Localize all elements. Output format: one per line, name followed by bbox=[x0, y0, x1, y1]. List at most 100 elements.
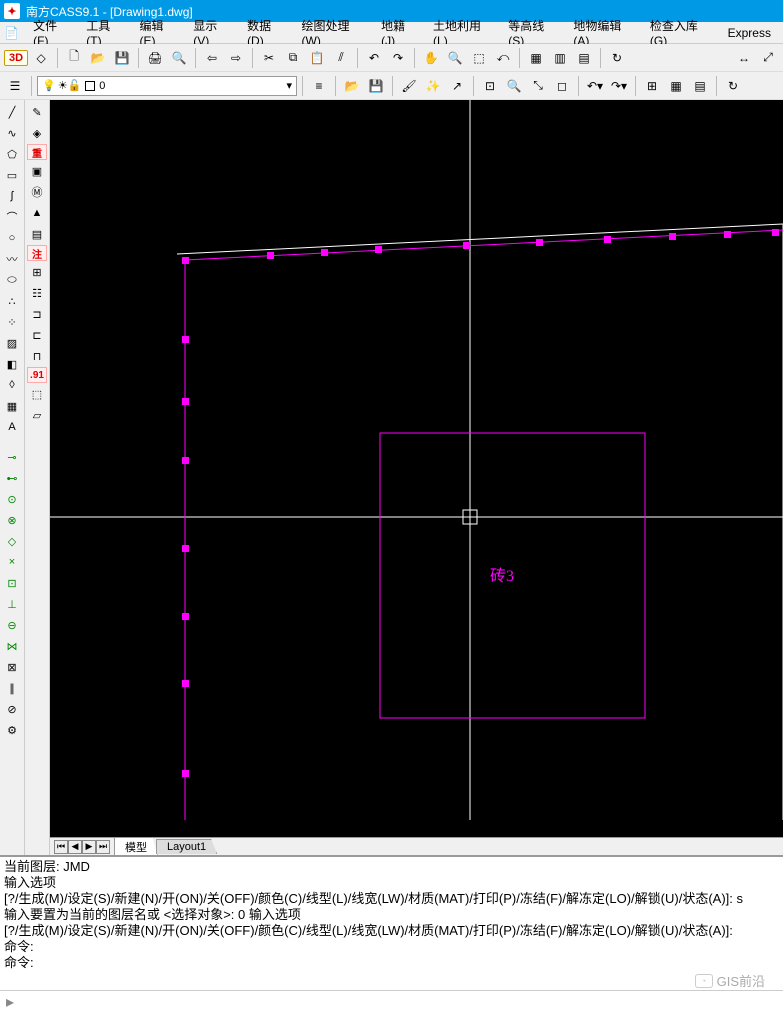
masonry-icon[interactable]: ▤ bbox=[27, 224, 47, 244]
tool-open-icon[interactable]: 📂 bbox=[341, 75, 363, 97]
snap-int-icon[interactable]: × bbox=[2, 552, 22, 572]
grid-icon[interactable]: ▥ bbox=[549, 47, 571, 69]
snap-end-icon[interactable]: ⊸ bbox=[2, 447, 22, 467]
dim-horiz-icon[interactable]: ↔ bbox=[733, 47, 755, 69]
circle-icon[interactable]: ○ bbox=[2, 228, 22, 248]
table-icon[interactable]: ▦ bbox=[525, 47, 547, 69]
hatch-icon[interactable]: ▨ bbox=[2, 333, 22, 353]
print-icon[interactable]: 🖨 bbox=[144, 47, 166, 69]
zoom-in-icon[interactable]: 🔍 bbox=[503, 75, 525, 97]
table-draw-icon[interactable]: ▦ bbox=[2, 396, 22, 416]
tab-first-icon[interactable]: ⏮ bbox=[54, 840, 68, 854]
zoom-window-icon[interactable]: ⬚ bbox=[468, 47, 490, 69]
snap-ins-icon[interactable]: ⊡ bbox=[2, 573, 22, 593]
pan-icon[interactable]: ✋ bbox=[420, 47, 442, 69]
polygon-icon[interactable]: ⬠ bbox=[2, 144, 22, 164]
pick-icon[interactable]: ↗ bbox=[446, 75, 468, 97]
forward-icon[interactable]: ⇨ bbox=[225, 47, 247, 69]
badge-3d[interactable]: 3D bbox=[4, 50, 28, 66]
spline-icon[interactable]: 〰 bbox=[2, 249, 22, 269]
snap-tan-icon[interactable]: ⊖ bbox=[2, 615, 22, 635]
region-icon[interactable]: ◊ bbox=[2, 375, 22, 395]
drawing-canvas[interactable]: 砖3 bbox=[50, 100, 783, 837]
snap-perp-icon[interactable]: ⊥ bbox=[2, 594, 22, 614]
points-icon[interactable]: ⁘ bbox=[2, 312, 22, 332]
zoom-all-icon[interactable]: ◻ bbox=[551, 75, 573, 97]
tab-layout1[interactable]: Layout1 bbox=[156, 839, 217, 854]
zoom-ext-icon[interactable]: ⊡ bbox=[479, 75, 501, 97]
zoom-prev-icon[interactable]: ⤺ bbox=[492, 47, 514, 69]
command-input[interactable] bbox=[20, 994, 783, 1010]
zoom-out-icon[interactable]: ⤡ bbox=[527, 75, 549, 97]
tab-prev-icon[interactable]: ◀ bbox=[68, 840, 82, 854]
snap-par-icon[interactable]: ∥ bbox=[2, 678, 22, 698]
window-icon[interactable]: ⊞ bbox=[27, 262, 47, 282]
props-icon[interactable]: ▤ bbox=[573, 47, 595, 69]
num-91-icon[interactable]: .91 bbox=[27, 367, 47, 383]
zoom-icon[interactable]: 🔍 bbox=[444, 47, 466, 69]
separator bbox=[31, 76, 32, 96]
viewport-icon[interactable]: ⊞ bbox=[641, 75, 663, 97]
ellipse-icon[interactable]: ⬭ bbox=[2, 270, 22, 290]
area-icon[interactable]: ▲ bbox=[27, 203, 47, 223]
survey-tool-icon[interactable]: ✎ bbox=[27, 102, 47, 122]
refresh2-icon[interactable]: ↻ bbox=[722, 75, 744, 97]
back-icon[interactable]: ⇦ bbox=[201, 47, 223, 69]
refresh-icon[interactable]: ↻ bbox=[606, 47, 628, 69]
dim-diag-icon[interactable]: ⤢ bbox=[757, 47, 779, 69]
sel-rect-icon[interactable]: ⬚ bbox=[27, 384, 47, 404]
camera-icon[interactable]: ▣ bbox=[27, 161, 47, 181]
snap-near-icon[interactable]: ⋈ bbox=[2, 636, 22, 656]
menu-express[interactable]: Express bbox=[720, 24, 779, 42]
divider-icon[interactable]: ⊓ bbox=[27, 346, 47, 366]
snap-node-icon[interactable]: ⊗ bbox=[2, 510, 22, 530]
note-label-icon[interactable]: 注 bbox=[27, 245, 47, 261]
snap-none-icon[interactable]: ⊘ bbox=[2, 699, 22, 719]
gradient-icon[interactable]: ◧ bbox=[2, 354, 22, 374]
layer-manager-icon[interactable]: ☰ bbox=[4, 75, 26, 97]
snap-mid-icon[interactable]: ⊷ bbox=[2, 468, 22, 488]
snap-cen-icon[interactable]: ⊙ bbox=[2, 489, 22, 509]
match-icon[interactable]: ⫽ bbox=[330, 47, 352, 69]
sel-poly-icon[interactable]: ▱ bbox=[27, 405, 47, 425]
rect-icon[interactable]: ▭ bbox=[2, 165, 22, 185]
brick-icon[interactable]: ☷ bbox=[27, 283, 47, 303]
text-icon[interactable]: A bbox=[2, 417, 22, 437]
tab-model[interactable]: 模型 bbox=[114, 837, 158, 855]
osnap-set-icon[interactable]: ⚙ bbox=[2, 720, 22, 740]
chevron-down-icon: ▾ bbox=[286, 79, 292, 92]
line-icon[interactable]: ╱ bbox=[2, 102, 22, 122]
heavy-label-icon[interactable]: 重 bbox=[27, 144, 47, 160]
open-icon[interactable]: 📂 bbox=[87, 47, 109, 69]
measure-icon[interactable]: Ⓜ bbox=[27, 182, 47, 202]
cube-icon[interactable]: ◇ bbox=[30, 47, 52, 69]
snap-app-icon[interactable]: ⊠ bbox=[2, 657, 22, 677]
table2-icon[interactable]: ▦ bbox=[665, 75, 687, 97]
new-icon[interactable]: 🗋 bbox=[63, 47, 85, 69]
point-icon[interactable]: ∴ bbox=[2, 291, 22, 311]
tab-last-icon[interactable]: ⏭ bbox=[96, 840, 110, 854]
door-icon[interactable]: ⊐ bbox=[27, 304, 47, 324]
polyline-icon[interactable]: ∿ bbox=[2, 123, 22, 143]
undo2-icon[interactable]: ↶▾ bbox=[584, 75, 606, 97]
wall-icon[interactable]: ⊏ bbox=[27, 325, 47, 345]
sheet-icon[interactable]: ▤ bbox=[689, 75, 711, 97]
redo2-icon[interactable]: ↷▾ bbox=[608, 75, 630, 97]
preview-icon[interactable]: 🔍 bbox=[168, 47, 190, 69]
curve-icon[interactable]: ∫ bbox=[2, 186, 22, 206]
copy-icon[interactable]: ⧉ bbox=[282, 47, 304, 69]
redo-icon[interactable]: ↷ bbox=[387, 47, 409, 69]
paste-icon[interactable]: 📋 bbox=[306, 47, 328, 69]
tab-next-icon[interactable]: ▶ bbox=[82, 840, 96, 854]
brush-icon[interactable]: 🖌 bbox=[398, 75, 420, 97]
layer-dropdown[interactable]: 💡 ☀ 🔓 0 ▾ bbox=[37, 76, 297, 96]
tool-save-icon[interactable]: 💾 bbox=[365, 75, 387, 97]
cut-icon[interactable]: ✂ bbox=[258, 47, 280, 69]
linetype-icon[interactable]: ≡ bbox=[308, 75, 330, 97]
wand-icon[interactable]: ✨ bbox=[422, 75, 444, 97]
symbol-icon[interactable]: ◈ bbox=[27, 123, 47, 143]
snap-quad-icon[interactable]: ◇ bbox=[2, 531, 22, 551]
arc-icon[interactable]: ⌒ bbox=[2, 207, 22, 227]
undo-icon[interactable]: ↶ bbox=[363, 47, 385, 69]
save-icon[interactable]: 💾 bbox=[111, 47, 133, 69]
